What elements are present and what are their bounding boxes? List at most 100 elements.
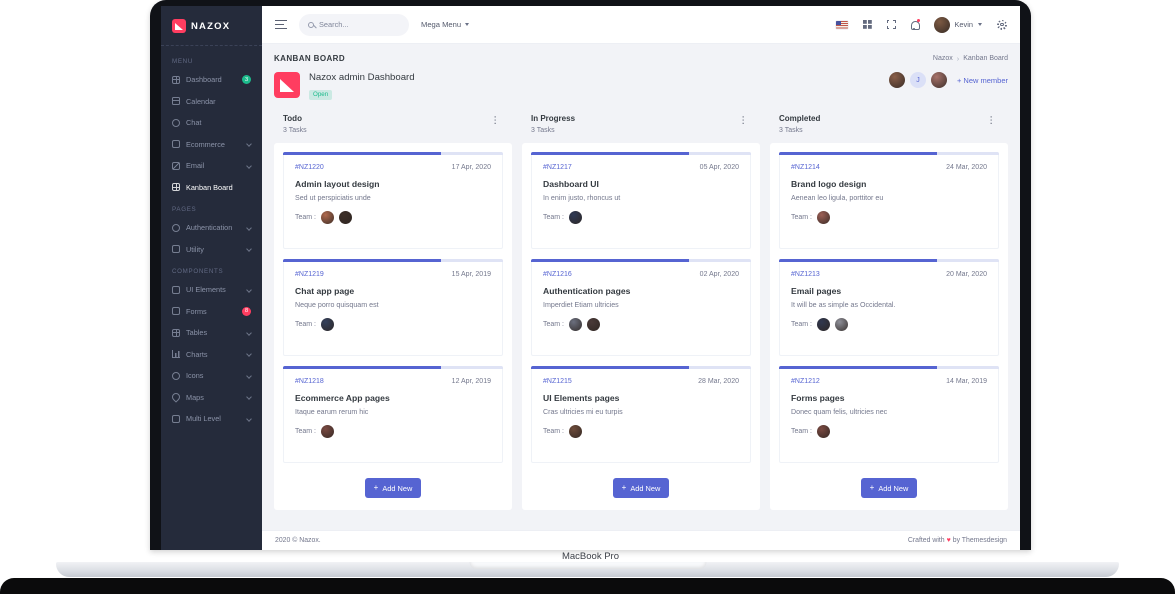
utility-icon [172, 245, 180, 254]
avatar[interactable] [321, 425, 335, 438]
avatar[interactable] [930, 72, 947, 88]
task-card-top: #NZ1213 20 Mar, 2020 [791, 271, 987, 278]
sidebar-item-calendar[interactable]: Calendar [161, 91, 262, 113]
avatar[interactable] [587, 318, 601, 331]
avatar[interactable] [569, 425, 583, 438]
notifications-bell-icon[interactable] [910, 18, 920, 30]
chevron-down-icon [246, 246, 252, 253]
task-description: Cras ultricies mi eu turpis [543, 408, 623, 416]
avatar[interactable] [888, 72, 905, 88]
task-card[interactable]: #NZ1216 02 Apr, 2020 Authentication pages I… [531, 259, 751, 356]
task-card-top: #NZ1212 14 Mar, 2019 [791, 378, 987, 385]
page-content: KANBAN BOARD Nazox › Kanban Board Nazox … [262, 44, 1020, 530]
task-id-link[interactable]: #NZ1217 [543, 164, 572, 171]
task-description: Itaque earum rerum hic [295, 408, 369, 416]
sidebar-item-charts[interactable]: Charts [161, 344, 262, 366]
sidebar-item-forms[interactable]: Forms 8 [161, 301, 262, 323]
task-date: 20 Mar, 2020 [946, 271, 987, 278]
task-card[interactable]: #NZ1220 17 Apr, 2020 Admin layout design Se… [283, 152, 503, 249]
sidebar-item-ui-elements[interactable]: UI Elements [161, 279, 262, 301]
task-card[interactable]: #NZ1214 24 Mar, 2020 Brand logo design Aene… [779, 152, 999, 249]
add-new-button[interactable]: + Add New [612, 478, 670, 498]
tables-icon [172, 328, 180, 337]
apps-grid-icon[interactable] [862, 20, 872, 29]
task-card-top: #NZ1218 12 Apr, 2019 [295, 378, 491, 385]
column-menu-icon[interactable]: ⋮ [984, 114, 1000, 128]
sidebar-item-utility[interactable]: Utility [161, 239, 262, 261]
column-menu-icon[interactable]: ⋮ [736, 114, 752, 128]
app-footer: 2020 © Nazox. Crafted with ♥ by Themesdesi… [262, 530, 1020, 550]
task-date: 02 Apr, 2020 [699, 271, 739, 278]
avatar[interactable] [569, 318, 583, 331]
task-card[interactable]: #NZ1212 14 Mar, 2019 Forms pages Donec quam… [779, 366, 999, 463]
hamburger-menu-icon[interactable] [275, 20, 287, 29]
avatar[interactable] [817, 211, 831, 224]
sidebar-item-ecommerce[interactable]: Ecommerce [161, 134, 262, 156]
sidebar-item-dashboard[interactable]: Dashboard 3 [161, 69, 262, 91]
task-card[interactable]: #NZ1219 15 Apr, 2019 Chat app page Neque po… [283, 259, 503, 356]
task-progress-fill [779, 152, 938, 155]
board-title: Nazox admin Dashboard [309, 72, 415, 83]
chevron-down-icon [246, 372, 252, 379]
mega-menu-button[interactable]: Mega Menu [421, 20, 470, 29]
avatar[interactable] [321, 211, 335, 224]
task-id-link[interactable]: #NZ1212 [791, 378, 820, 385]
task-id-link[interactable]: #NZ1220 [295, 164, 324, 171]
task-title: Email pages [791, 286, 842, 296]
fullscreen-icon[interactable] [885, 19, 897, 30]
avatar[interactable] [817, 318, 831, 331]
task-date: 28 Mar, 2020 [698, 378, 739, 385]
add-new-button[interactable]: + Add New [364, 478, 422, 498]
task-team-row: Team : [791, 318, 987, 331]
task-card[interactable]: #NZ1218 12 Apr, 2019 Ecommerce App pages It… [283, 366, 503, 463]
sidebar-item-label: Multi Level [186, 414, 221, 424]
gear-icon[interactable] [997, 19, 1007, 30]
task-card[interactable]: #NZ1213 20 Mar, 2020 Email pages It will be… [779, 259, 999, 356]
task-card[interactable]: #NZ1217 05 Apr, 2020 Dashboard UI In enim j… [531, 152, 751, 249]
language-flag-icon[interactable] [835, 20, 848, 29]
add-new-button[interactable]: + Add New [860, 478, 918, 498]
task-id-link[interactable]: #NZ1215 [543, 378, 572, 385]
macbook-screen: NAZOX MENU Dashboard 3 Calendar Chat Ecommerc… [150, 0, 1031, 550]
sidebar-item-kanban-board[interactable]: Kanban Board [161, 177, 262, 199]
column-name: In Progress [531, 114, 576, 123]
footer-credit-prefix: Crafted with [907, 537, 945, 544]
task-team-row: Team : [791, 425, 987, 438]
team-label: Team : [295, 428, 317, 435]
sidebar-item-label: Forms [186, 306, 207, 316]
breadcrumb-item-nazox[interactable]: Nazox [933, 55, 953, 62]
task-id-link[interactable]: #NZ1214 [791, 164, 820, 171]
avatar[interactable] [569, 211, 583, 224]
search-input[interactable] [319, 20, 400, 29]
task-progress-fill [283, 259, 442, 262]
app-logo[interactable]: NAZOX [161, 6, 262, 45]
avatar[interactable] [817, 425, 831, 438]
task-id-link[interactable]: #NZ1219 [295, 271, 324, 278]
new-member-link[interactable]: + New member [957, 76, 1008, 85]
task-progress-fill [283, 152, 442, 155]
sidebar-item-email[interactable]: Email [161, 155, 262, 177]
sidebar-section-label: MENU [172, 58, 194, 65]
avatar[interactable] [339, 211, 353, 224]
task-title: Forms pages [791, 393, 845, 403]
sidebar-item-authentication[interactable]: Authentication [161, 217, 262, 239]
user-menu[interactable]: Kevin [933, 16, 982, 33]
column-menu-icon[interactable]: ⋮ [488, 114, 504, 128]
avatar [933, 16, 950, 33]
task-id-link[interactable]: #NZ1218 [295, 378, 324, 385]
sidebar-item-icons[interactable]: Icons [161, 365, 262, 387]
avatar[interactable] [835, 318, 849, 331]
avatar[interactable]: J [909, 72, 926, 88]
sidebar-item-label: Charts [186, 349, 208, 359]
avatar[interactable] [321, 318, 335, 331]
sidebar-item-chat[interactable]: Chat [161, 112, 262, 134]
task-title: Admin layout design [295, 179, 380, 189]
task-team-row: Team : [543, 318, 739, 331]
sidebar-item-maps[interactable]: Maps [161, 387, 262, 409]
sidebar-section-label: PAGES [172, 206, 197, 213]
task-id-link[interactable]: #NZ1213 [791, 271, 820, 278]
task-id-link[interactable]: #NZ1216 [543, 271, 572, 278]
sidebar-item-multi-level[interactable]: Multi Level [161, 408, 262, 430]
sidebar-item-tables[interactable]: Tables [161, 322, 262, 344]
task-card[interactable]: #NZ1215 28 Mar, 2020 UI Elements pages Cras… [531, 366, 751, 463]
